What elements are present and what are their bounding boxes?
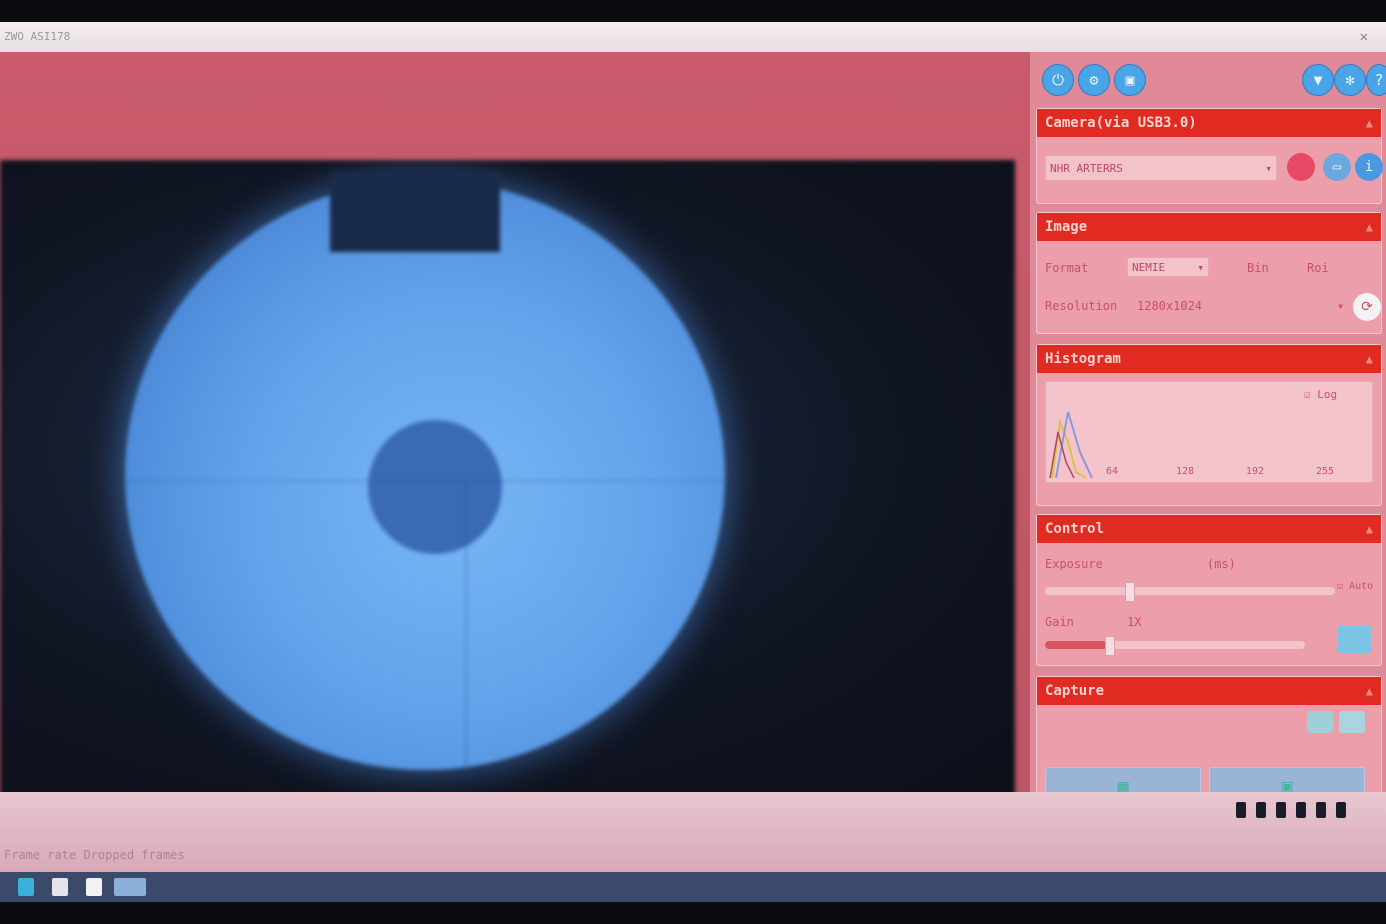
- refresh-icon[interactable]: ⟳: [1353, 293, 1381, 321]
- open-folder-icon[interactable]: [1339, 711, 1365, 733]
- log-label: Log: [1317, 388, 1338, 401]
- light-beam-image: [125, 172, 725, 770]
- camera-device-select[interactable]: NHR ARTERRS ▾: [1045, 155, 1277, 181]
- save-icon[interactable]: ▣: [1114, 64, 1146, 96]
- gain-label: Gain: [1045, 615, 1074, 629]
- taskbar-app-icon[interactable]: [86, 878, 102, 896]
- gain-slider-fill: [1045, 641, 1107, 649]
- exposure-slider[interactable]: [1045, 582, 1335, 602]
- format-label: Format: [1045, 261, 1089, 275]
- format-value: NEMIE: [1132, 261, 1166, 274]
- hist-tick: 64: [1106, 466, 1119, 477]
- histogram-header-label: Histogram: [1045, 351, 1121, 367]
- bin-label[interactable]: Bin: [1247, 261, 1269, 275]
- collapse-icon[interactable]: ▲: [1366, 515, 1373, 543]
- spider-vane-vertical: [465, 480, 467, 770]
- hist-tick: 255: [1316, 466, 1335, 477]
- window-titlebar: ZWO ASI178 ✕: [0, 22, 1386, 52]
- tray-icon[interactable]: [1316, 802, 1326, 818]
- capture-section-header[interactable]: Capture ▲: [1037, 677, 1381, 705]
- control-header-label: Control: [1045, 521, 1105, 537]
- resolution-label: Resolution: [1045, 299, 1118, 313]
- collapse-icon[interactable]: ▲: [1366, 213, 1373, 241]
- histogram-plot: ☑ Log 64 128 192 255: [1045, 381, 1373, 483]
- settings-circle-icon[interactable]: ⚙: [1078, 64, 1110, 96]
- control-section: Control ▲ Exposure (ms) ☑ Auto Gain 1X: [1036, 514, 1382, 666]
- histogram-section: Histogram ▲ ☑ Log 64 128 192 255: [1036, 344, 1382, 506]
- tray-icon[interactable]: [1276, 802, 1286, 818]
- roi-label[interactable]: Roi: [1307, 261, 1329, 275]
- record-icon[interactable]: [1287, 153, 1315, 181]
- collapse-icon[interactable]: ▲: [1366, 677, 1373, 705]
- resolution-value[interactable]: 1280x1024: [1137, 299, 1202, 313]
- folder-icon[interactable]: [1307, 711, 1333, 733]
- help-icon[interactable]: ?: [1366, 64, 1386, 96]
- panel-toolbar: ⏻ ⚙ ▣ ▼ ✻ ?: [1040, 62, 1386, 96]
- image-section: Image ▲ Format NEMIE ▾ Bin Roi Resolutio…: [1036, 212, 1382, 334]
- collapse-icon[interactable]: ▲: [1366, 109, 1373, 137]
- monitor-screen: ZWO ASI178 ✕ ⏻ ⚙ ▣ ▼ ✻ ? Camera(via USB3…: [0, 22, 1386, 902]
- tray-icon[interactable]: [1256, 802, 1266, 818]
- camera-section: Camera(via USB3.0) ▲ NHR ARTERRS ▾ ▭ i: [1036, 108, 1383, 204]
- gain-slider-thumb[interactable]: [1105, 636, 1115, 656]
- spider-vane-horizontal: [125, 480, 725, 482]
- system-tray: [1236, 802, 1346, 824]
- exposure-label: Exposure: [1045, 557, 1103, 571]
- image-header-label: Image: [1045, 219, 1088, 235]
- tray-icon[interactable]: [1236, 802, 1246, 818]
- tray-icon[interactable]: [1296, 802, 1306, 818]
- window-title: ZWO ASI178: [4, 30, 71, 43]
- taskbar-app-icon[interactable]: [114, 878, 146, 896]
- image-section-header[interactable]: Image ▲: [1037, 213, 1381, 241]
- tray-icon[interactable]: [1336, 802, 1346, 818]
- close-icon[interactable]: ✕: [1360, 22, 1368, 52]
- gain-apply-button[interactable]: [1337, 625, 1371, 653]
- taskbar-app-icon[interactable]: [52, 878, 68, 896]
- camera-device-value: NHR ARTERRS: [1050, 162, 1123, 175]
- snapshot-icon[interactable]: ▭: [1323, 153, 1351, 181]
- gear-icon[interactable]: ✻: [1334, 64, 1366, 96]
- exposure-slider-thumb[interactable]: [1125, 582, 1135, 602]
- exposure-unit: (ms): [1207, 557, 1236, 571]
- control-section-header[interactable]: Control ▲: [1037, 515, 1381, 543]
- histogram-section-header[interactable]: Histogram ▲: [1037, 345, 1381, 373]
- exposure-auto-checkbox[interactable]: ☑ Auto: [1337, 581, 1373, 592]
- chevron-down-icon: ▾: [1197, 261, 1204, 274]
- start-icon[interactable]: [18, 878, 34, 896]
- preview-area: [0, 52, 1030, 832]
- collapse-icon[interactable]: ▲: [1366, 345, 1373, 373]
- hist-tick: 128: [1176, 466, 1195, 477]
- usb-icon[interactable]: ⏻: [1042, 64, 1074, 96]
- control-panel: ⏻ ⚙ ▣ ▼ ✻ ? Camera(via USB3.0) ▲ NHR ART…: [1030, 52, 1386, 814]
- status-text: Frame rate Dropped frames: [4, 848, 185, 862]
- chevron-down-icon: ▾: [1265, 162, 1272, 175]
- camera-section-header[interactable]: Camera(via USB3.0) ▲: [1037, 109, 1381, 137]
- camera-preview[interactable]: [0, 160, 1015, 800]
- format-select[interactable]: NEMIE ▾: [1127, 257, 1209, 277]
- camera-header-label: Camera(via USB3.0): [1045, 115, 1197, 131]
- beam-center-obstruction: [368, 420, 502, 554]
- bottom-status-area: Frame rate Dropped frames: [0, 792, 1386, 872]
- chevron-down-icon[interactable]: ▾: [1337, 299, 1344, 313]
- hist-tick: 192: [1246, 466, 1265, 477]
- exposure-auto-label: Auto: [1349, 581, 1374, 592]
- os-taskbar: [0, 872, 1386, 902]
- capture-header-label: Capture: [1045, 683, 1105, 699]
- shirt-icon[interactable]: ▼: [1302, 64, 1334, 96]
- beam-notch: [330, 172, 500, 252]
- log-checkbox[interactable]: ☑ Log: [1304, 388, 1337, 401]
- gain-value: 1X: [1127, 615, 1142, 629]
- gain-slider[interactable]: [1045, 636, 1305, 656]
- info-icon[interactable]: i: [1355, 153, 1383, 181]
